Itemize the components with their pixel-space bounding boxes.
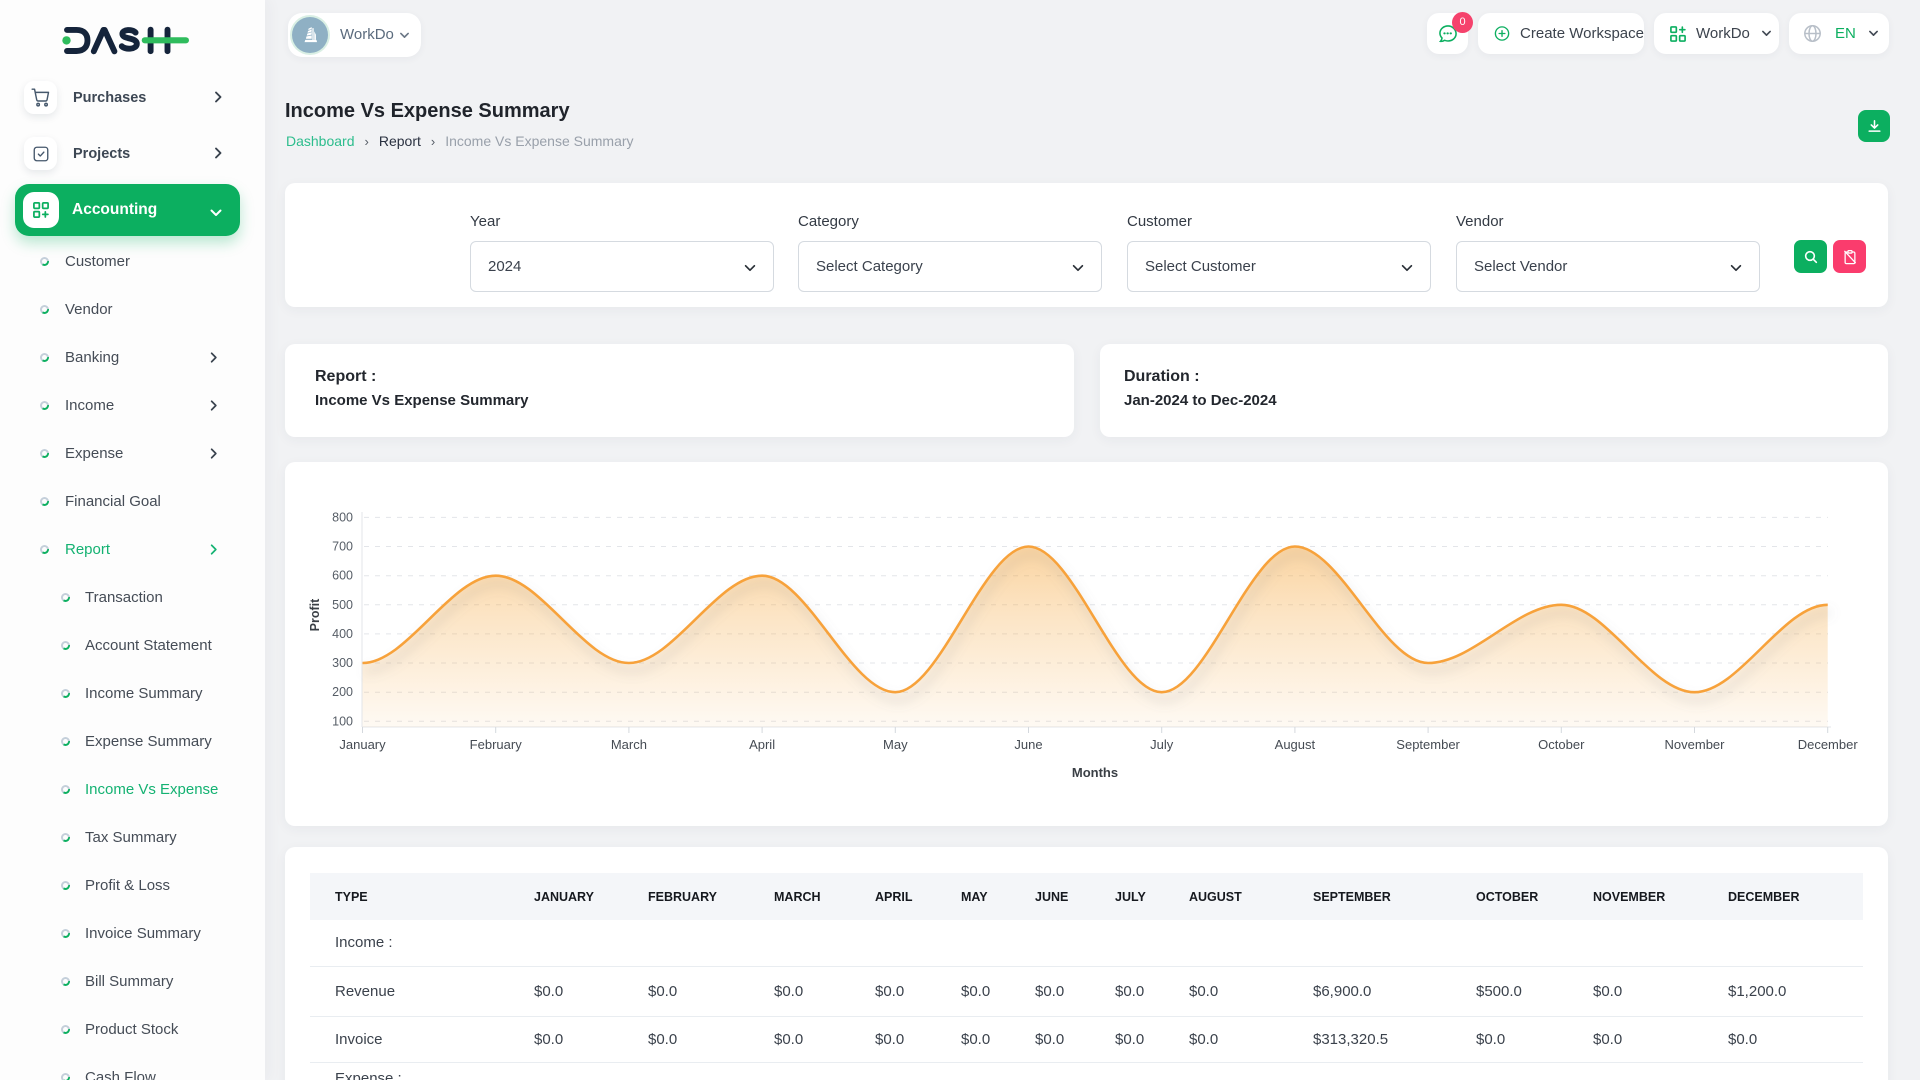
svg-text:800: 800 [332, 510, 353, 524]
svg-text:700: 700 [332, 540, 353, 554]
svg-text:400: 400 [332, 627, 353, 641]
svg-text:September: September [1396, 737, 1460, 752]
svg-text:Months: Months [1072, 765, 1118, 780]
svg-text:200: 200 [332, 685, 353, 699]
svg-text:June: June [1014, 737, 1042, 752]
svg-text:December: December [1798, 737, 1859, 752]
svg-text:March: March [611, 737, 647, 752]
svg-text:300: 300 [332, 656, 353, 670]
svg-text:November: November [1665, 737, 1726, 752]
svg-text:October: October [1538, 737, 1585, 752]
svg-text:August: August [1275, 737, 1316, 752]
svg-text:Profit: Profit [308, 598, 322, 631]
svg-text:600: 600 [332, 569, 353, 583]
svg-text:February: February [470, 737, 523, 752]
svg-text:May: May [883, 737, 908, 752]
svg-text:July: July [1150, 737, 1174, 752]
svg-text:January: January [339, 737, 386, 752]
svg-text:500: 500 [332, 598, 353, 612]
svg-text:April: April [749, 737, 775, 752]
svg-text:100: 100 [332, 714, 353, 728]
